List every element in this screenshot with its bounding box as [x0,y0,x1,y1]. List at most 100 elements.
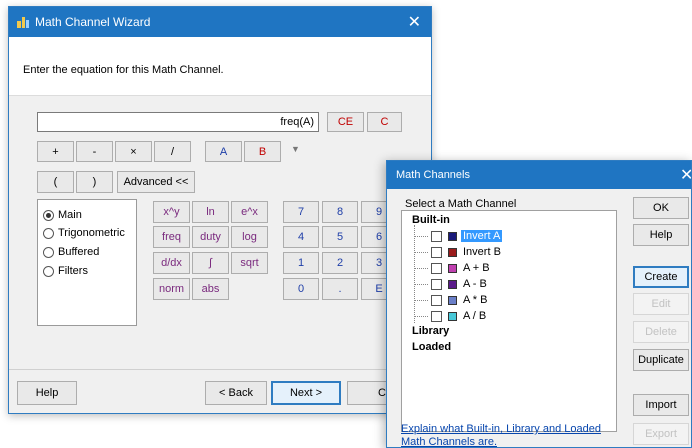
channels-titlebar[interactable]: Math Channels ✕ [387,161,691,189]
math-channels-window: Math Channels ✕ Select a Math Channel Bu… [386,160,692,448]
export-button[interactable]: Export [633,423,689,445]
equation-input[interactable]: freq(A) [37,112,319,132]
checkbox[interactable] [431,278,442,290]
group-library[interactable]: Library [412,325,449,337]
tree-connector [414,267,428,269]
norm-button[interactable]: norm [153,278,190,300]
import-button[interactable]: Import [633,394,689,416]
digit-5-button[interactable]: 5 [322,226,358,248]
radio-trigonometric[interactable]: Trigonometric [43,227,125,239]
tree-item-a-times-b[interactable]: A * B [414,293,487,307]
close-paren-button[interactable]: ) [76,171,113,193]
close-icon[interactable]: ✕ [408,12,421,32]
help-button[interactable]: Help [17,381,77,405]
radio-indicator[interactable] [43,265,54,277]
plus-button[interactable]: + [37,141,74,162]
checkbox[interactable] [431,230,442,242]
color-swatch [448,311,457,321]
digit-7-button[interactable]: 7 [283,201,319,223]
open-paren-button[interactable]: ( [37,171,74,193]
multiply-button[interactable]: × [115,141,152,162]
radio-label: Buffered [58,246,100,258]
color-swatch [448,231,457,241]
digit-8-button[interactable]: 8 [322,201,358,223]
ln-button[interactable]: ln [192,201,229,223]
tree-item-label: A + B [463,262,490,274]
tree-item-label: Invert A [461,230,503,242]
advanced-toggle-button[interactable]: Advanced << [117,171,195,193]
integral-button[interactable]: ∫ [192,252,229,274]
duty-button[interactable]: duty [192,226,229,248]
tree-item-label: Invert B [463,246,501,258]
select-channel-label: Select a Math Channel [405,198,517,210]
checkbox[interactable] [431,310,442,322]
channel-tree[interactable]: Built-in Invert A Invert B A + B A - B A… [401,210,617,432]
digit-0-button[interactable]: 0 [283,278,319,300]
divider [9,369,431,370]
tree-connector [414,299,428,301]
clear-button[interactable]: C [367,112,402,132]
divider [9,95,431,96]
tree-item-label: A / B [463,310,487,322]
radio-label: Filters [58,265,88,277]
app-icon [17,17,29,28]
power-button[interactable]: x^y [153,201,190,223]
edit-button[interactable]: Edit [633,293,689,315]
sqrt-button[interactable]: sqrt [231,252,268,274]
exp-button[interactable]: e^x [231,201,268,223]
radio-buffered[interactable]: Buffered [43,246,99,258]
radio-main[interactable]: Main [43,209,82,221]
log-button[interactable]: log [231,226,268,248]
abs-button[interactable]: abs [192,278,229,300]
checkbox[interactable] [431,246,442,258]
derivative-button[interactable]: d/dx [153,252,190,274]
color-swatch [448,295,457,305]
digit-2-button[interactable]: 2 [322,252,358,274]
digit-4-button[interactable]: 4 [283,226,319,248]
wizard-title: Math Channel Wizard [35,15,151,29]
back-button[interactable]: < Back [205,381,267,405]
radio-indicator[interactable] [43,227,54,239]
wizard-titlebar[interactable]: Math Channel Wizard ✕ [9,7,431,37]
radio-label: Trigonometric [58,227,125,239]
tree-connector [414,315,428,317]
next-button[interactable]: Next > [271,381,341,405]
clear-entry-button[interactable]: CE [327,112,364,132]
function-category-group: Main Trigonometric Buffered Filters [37,199,137,326]
group-builtin[interactable]: Built-in [412,214,450,226]
minus-button[interactable]: - [76,141,113,162]
close-icon[interactable]: ✕ [680,165,691,185]
checkbox[interactable] [431,262,442,274]
radio-indicator[interactable] [43,246,54,258]
equation-prompt: Enter the equation for this Math Channel… [23,64,224,76]
help-button[interactable]: Help [633,224,689,246]
tree-item-label: A - B [463,278,487,290]
create-button[interactable]: Create [633,266,689,288]
explain-channels-link[interactable]: Explain what Built-in, Library and Loade… [401,423,611,447]
divide-button[interactable]: / [154,141,191,162]
channels-title: Math Channels [396,169,470,181]
tree-connector [414,283,428,285]
tree-item-a-minus-b[interactable]: A - B [414,277,487,291]
tree-connector [414,235,428,237]
channel-b-button[interactable]: B [244,141,281,162]
tree-item-a-div-b[interactable]: A / B [414,309,486,323]
radio-filters[interactable]: Filters [43,265,88,277]
color-swatch [448,263,457,273]
chevron-down-icon[interactable]: ▼ [291,144,300,154]
group-loaded[interactable]: Loaded [412,341,451,353]
tree-item-a-plus-b[interactable]: A + B [414,261,490,275]
tree-item-invert-a[interactable]: Invert A [414,229,503,243]
ok-button[interactable]: OK [633,197,689,219]
delete-button[interactable]: Delete [633,321,689,343]
duplicate-button[interactable]: Duplicate [633,349,689,371]
channel-a-button[interactable]: A [205,141,242,162]
digit-1-button[interactable]: 1 [283,252,319,274]
radio-indicator[interactable] [43,209,54,221]
decimal-point-button[interactable]: . [322,278,358,300]
freq-button[interactable]: freq [153,226,190,248]
color-swatch [448,247,457,257]
tree-item-invert-b[interactable]: Invert B [414,245,501,259]
color-swatch [448,279,457,289]
checkbox[interactable] [431,294,442,306]
